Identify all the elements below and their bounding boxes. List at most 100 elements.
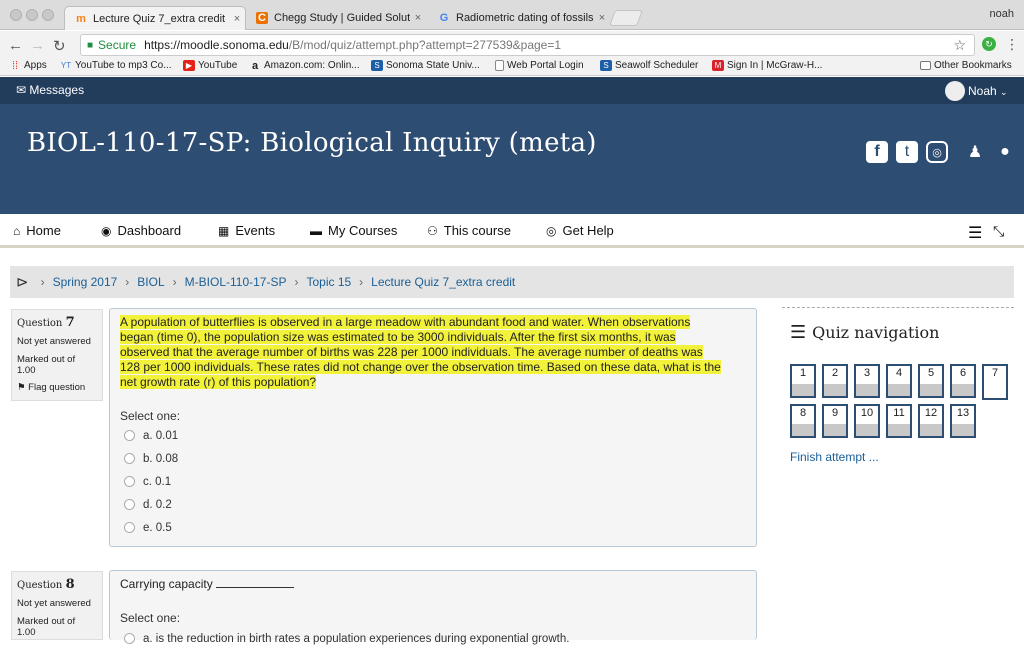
quiz-nav-button-8[interactable]: 8 (790, 404, 816, 438)
android-icon[interactable]: ♟ (964, 141, 986, 163)
sitemap-icon: ⚇ (427, 223, 438, 238)
option-label: c. 0.1 (143, 475, 172, 488)
answer-option-e[interactable]: e. 0.5 (124, 516, 178, 539)
tab-close-icon[interactable]: × (594, 12, 610, 24)
quiz-nav-button-4[interactable]: 4 (886, 364, 912, 398)
tab-title: Lecture Quiz 7_extra credit (93, 12, 226, 25)
bookmark-apps[interactable]: ⁞⁞ Apps (9, 60, 47, 72)
window-close-button[interactable] (10, 9, 22, 21)
address-bar[interactable]: ■ Secure https://moodle.sonoma.edu/B/mod… (80, 34, 975, 56)
nav-home[interactable]: ⌂ Home (13, 223, 61, 238)
finish-attempt-link[interactable]: Finish attempt ... (790, 450, 879, 464)
avatar[interactable] (945, 81, 965, 101)
question-number-value: 8 (65, 577, 75, 592)
answer-option-d[interactable]: d. 0.2 (124, 493, 178, 516)
nav-this-course[interactable]: ⚇ This course (427, 223, 511, 238)
select-one-label: Select one: (120, 611, 181, 625)
quiz-nav-button-3[interactable]: 3 (854, 364, 880, 398)
reload-icon[interactable]: ↻ (53, 37, 66, 55)
nav-get-help[interactable]: ◎ Get Help (546, 223, 614, 238)
bookmark-web-portal[interactable]: Web Portal Login (495, 60, 584, 71)
breadcrumb-quiz[interactable]: Lecture Quiz 7_extra credit (371, 275, 515, 289)
breadcrumb-course[interactable]: M-BIOL-110-17-SP (185, 275, 287, 289)
bookmark-star-icon[interactable]: ☆ (953, 37, 966, 54)
option-label: b. 0.08 (143, 452, 179, 465)
radio-button[interactable] (124, 430, 135, 441)
home-icon: ⌂ (13, 223, 21, 238)
bookmark-mcgraw[interactable]: M Sign In | McGraw-H... (712, 60, 822, 71)
window-zoom-button[interactable] (42, 9, 54, 21)
user-menu[interactable]: Noah ⌄ (968, 84, 1008, 98)
quiz-nav-divider (782, 307, 1014, 308)
dashboard-icon: ◉ (101, 223, 112, 238)
answer-option-a[interactable]: a. 0.01 (124, 424, 178, 447)
nav-label: Events (235, 223, 276, 238)
tab-close-icon[interactable]: × (410, 12, 426, 24)
breadcrumb-spring-2017[interactable]: Spring 2017 (53, 275, 118, 289)
quiz-nav-button-10[interactable]: 10 (854, 404, 880, 438)
sonoma-icon: S (371, 60, 383, 71)
bookmark-seawolf[interactable]: S Seawolf Scheduler (600, 60, 698, 71)
window-minimize-button[interactable] (26, 9, 38, 21)
quiz-nav-status-bar (920, 384, 942, 396)
nav-dashboard[interactable]: ◉ Dashboard (101, 223, 181, 238)
bookmark-amazon[interactable]: a Amazon.com: Onlin... (249, 60, 360, 72)
answer-option-c[interactable]: c. 0.1 (124, 470, 178, 493)
quiz-nav-button-2[interactable]: 2 (822, 364, 848, 398)
browser-profile-name[interactable]: noah (990, 8, 1014, 20)
flag-question-link[interactable]: ⚑ Flag question (17, 382, 97, 393)
new-tab-button[interactable] (609, 10, 643, 26)
radio-button[interactable] (124, 522, 135, 533)
user-menu-name: Noah (968, 84, 997, 98)
forward-arrow-icon[interactable]: → (30, 37, 45, 54)
breadcrumb-topic[interactable]: Topic 15 (306, 275, 351, 289)
answer-option-a[interactable]: a. is the reduction in birth rates a pop… (124, 627, 569, 650)
quiz-nav-button-label: 8 (799, 407, 807, 419)
quiz-nav-button-5[interactable]: 5 (918, 364, 944, 398)
apple-icon[interactable]: ● (994, 141, 1016, 163)
quiz-nav-button-9[interactable]: 9 (822, 404, 848, 438)
lifebuoy-icon: ◎ (546, 223, 557, 238)
browser-tab-radiometric[interactable]: G Radiometric dating of fossils in × (428, 6, 610, 30)
moodle-top-bar: ✉ Messages (0, 77, 1024, 104)
bookmark-youtube[interactable]: ▶ YouTube (183, 60, 237, 71)
question-points: 1.00 (17, 627, 36, 638)
quiz-nav-button-label: 5 (927, 367, 935, 379)
browser-tab-quiz[interactable]: m Lecture Quiz 7_extra credit × (64, 6, 246, 30)
question-label: Question (17, 318, 63, 329)
radio-button[interactable] (124, 633, 135, 644)
envelope-icon: ✉ (16, 83, 30, 97)
page-title: BIOL-110-17-SP: Biological Inquiry (meta… (27, 128, 597, 158)
quiz-nav-status-bar (952, 384, 974, 396)
back-arrow-icon[interactable]: ← (8, 37, 23, 54)
fullscreen-toggle-icon[interactable]: ⤡ (993, 223, 1004, 240)
twitter-icon[interactable]: t (896, 141, 918, 163)
instagram-icon[interactable]: ◎ (926, 141, 948, 163)
breadcrumb-biol[interactable]: BIOL (137, 275, 164, 289)
quiz-nav-status-bar (824, 384, 846, 396)
radio-button[interactable] (124, 453, 135, 464)
quiz-nav-button-12[interactable]: 12 (918, 404, 944, 438)
block-toggle-icon[interactable]: ☰ (968, 223, 982, 243)
nav-my-courses[interactable]: ▬ My Courses (310, 223, 397, 238)
quiz-nav-button-6[interactable]: 6 (950, 364, 976, 398)
facebook-icon[interactable]: f (866, 141, 888, 163)
tab-close-icon[interactable]: × (229, 13, 245, 25)
quiz-nav-button-11[interactable]: 11 (886, 404, 912, 438)
nav-events[interactable]: ▦ Events (218, 223, 275, 238)
quiz-nav-button-13[interactable]: 13 (950, 404, 976, 438)
radio-button[interactable] (124, 499, 135, 510)
quiz-nav-button-7[interactable]: 7 (982, 364, 1008, 400)
browser-tab-chegg[interactable]: C Chegg Study | Guided Solution × (246, 6, 426, 30)
other-bookmarks[interactable]: Other Bookmarks (920, 60, 1012, 71)
browser-menu-icon[interactable]: ⋮ (1005, 36, 1019, 53)
quiz-nav-button-label: 1 (799, 367, 807, 379)
messages-link[interactable]: ✉ Messages (16, 83, 84, 97)
radio-button[interactable] (124, 476, 135, 487)
extension-icon[interactable]: ↻ (982, 37, 996, 51)
answer-option-b[interactable]: b. 0.08 (124, 447, 178, 470)
bookmark-youtube-mp3[interactable]: YT YouTube to mp3 Co... (60, 60, 172, 71)
main-nav: ⌂ Home ◉ Dashboard ▦ Events ▬ My Courses ⚇ Th… (0, 214, 1024, 248)
quiz-nav-button-1[interactable]: 1 (790, 364, 816, 398)
bookmark-sonoma-state[interactable]: S Sonoma State Univ... (371, 60, 480, 71)
